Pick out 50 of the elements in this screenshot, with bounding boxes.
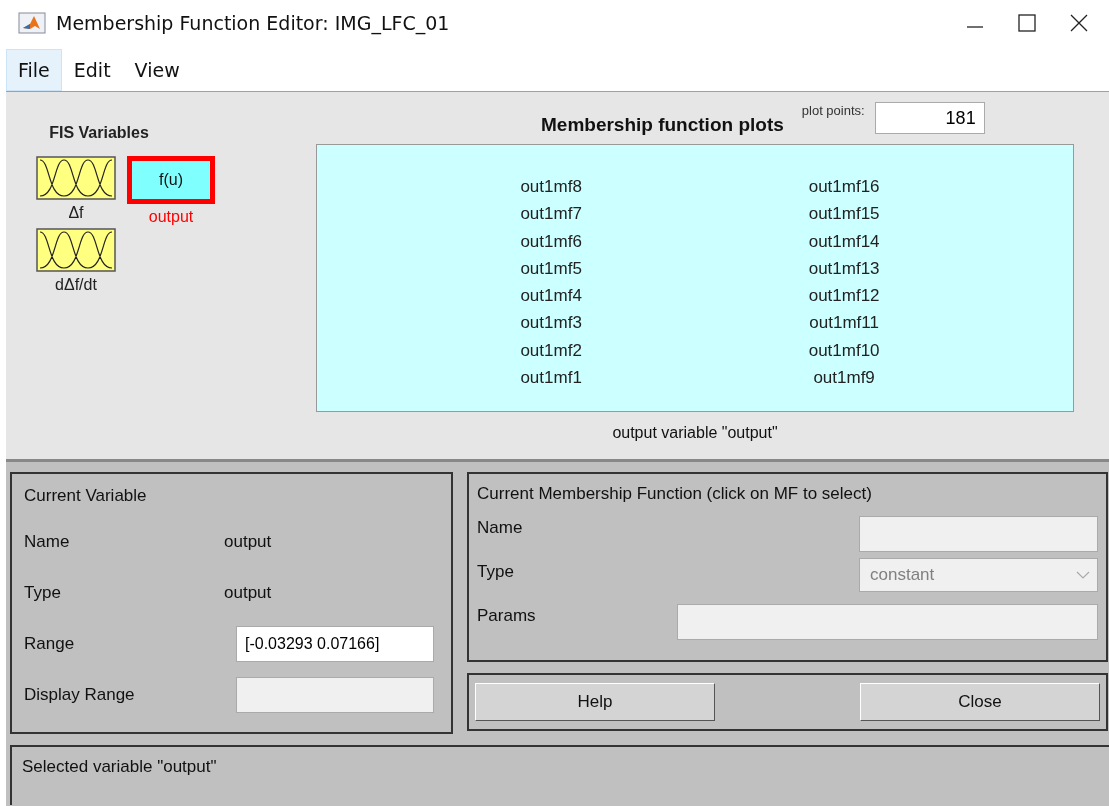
menu-item[interactable]: File — [6, 49, 62, 91]
mf-label[interactable]: out1mf1 — [520, 364, 582, 392]
dialog-button[interactable]: Help — [475, 683, 715, 721]
mf-label[interactable]: out1mf13 — [808, 254, 880, 283]
plot-points-label: plot points: — [801, 106, 865, 116]
field-value: output — [224, 531, 272, 552]
field-label: Range — [24, 633, 76, 654]
panel-title: Current Membership Function (click on MF to select) — [477, 484, 873, 504]
panel-title: Current Variable — [24, 486, 148, 506]
mf-label[interactable]: out1mf5 — [520, 254, 582, 283]
membership-curve-icon[interactable] — [36, 228, 116, 272]
window-title: Membership Function Editor: IMG_LFC_01 — [56, 12, 451, 34]
close-icon[interactable] — [1069, 13, 1089, 33]
mf-label[interactable]: out1mf9 — [813, 364, 875, 392]
mf-label[interactable]: out1mf15 — [808, 200, 880, 228]
output-variable-box[interactable]: f(u) — [127, 156, 215, 204]
dropdown-value: constant — [870, 565, 936, 585]
mf-label[interactable]: out1mf10 — [808, 336, 880, 365]
menu-item[interactable]: Edit — [61, 49, 123, 91]
field-label: Type — [24, 582, 62, 603]
mf-label[interactable]: out1mf3 — [520, 309, 582, 337]
field-label: Display Range — [24, 684, 136, 705]
mf-label[interactable]: out1mf14 — [808, 227, 880, 255]
mf-label[interactable]: out1mf2 — [520, 336, 582, 365]
mf-label[interactable]: out1mf16 — [808, 173, 880, 201]
variable-label: Δf — [68, 204, 84, 222]
variable-label: output — [148, 208, 194, 226]
mf-label[interactable]: out1mf7 — [520, 200, 582, 228]
plot-points-field[interactable]: 181 — [874, 102, 985, 134]
field-value: output — [224, 582, 272, 603]
field-label: Type — [477, 561, 515, 582]
mf-label[interactable]: out1mf8 — [520, 173, 582, 201]
membership-curve-icon[interactable] — [36, 156, 116, 200]
input-field[interactable]: [-0.03293 0.07166] — [236, 625, 434, 662]
plot-title: Membership function plots — [541, 114, 784, 136]
field-label: Params — [477, 605, 537, 626]
field-label: Name — [24, 531, 71, 552]
variable-label: dΔf/dt — [55, 276, 97, 294]
mf-label[interactable]: out1mf6 — [520, 227, 582, 255]
status-bar: Selected variable "output" — [10, 745, 1109, 805]
maximize-icon[interactable] — [1017, 13, 1037, 33]
matlab-logo-icon — [18, 12, 46, 34]
plot-caption: output variable "output" — [611, 424, 779, 442]
section-title: FIS Variables — [49, 124, 149, 142]
mf-label[interactable]: out1mf11 — [809, 309, 879, 337]
dialog-button[interactable]: Close — [860, 683, 1100, 721]
mf-label[interactable]: out1mf4 — [520, 282, 582, 310]
field-label: Name — [477, 517, 524, 538]
mf-label[interactable]: out1mf12 — [808, 282, 880, 310]
menu-item[interactable]: View — [122, 49, 192, 91]
